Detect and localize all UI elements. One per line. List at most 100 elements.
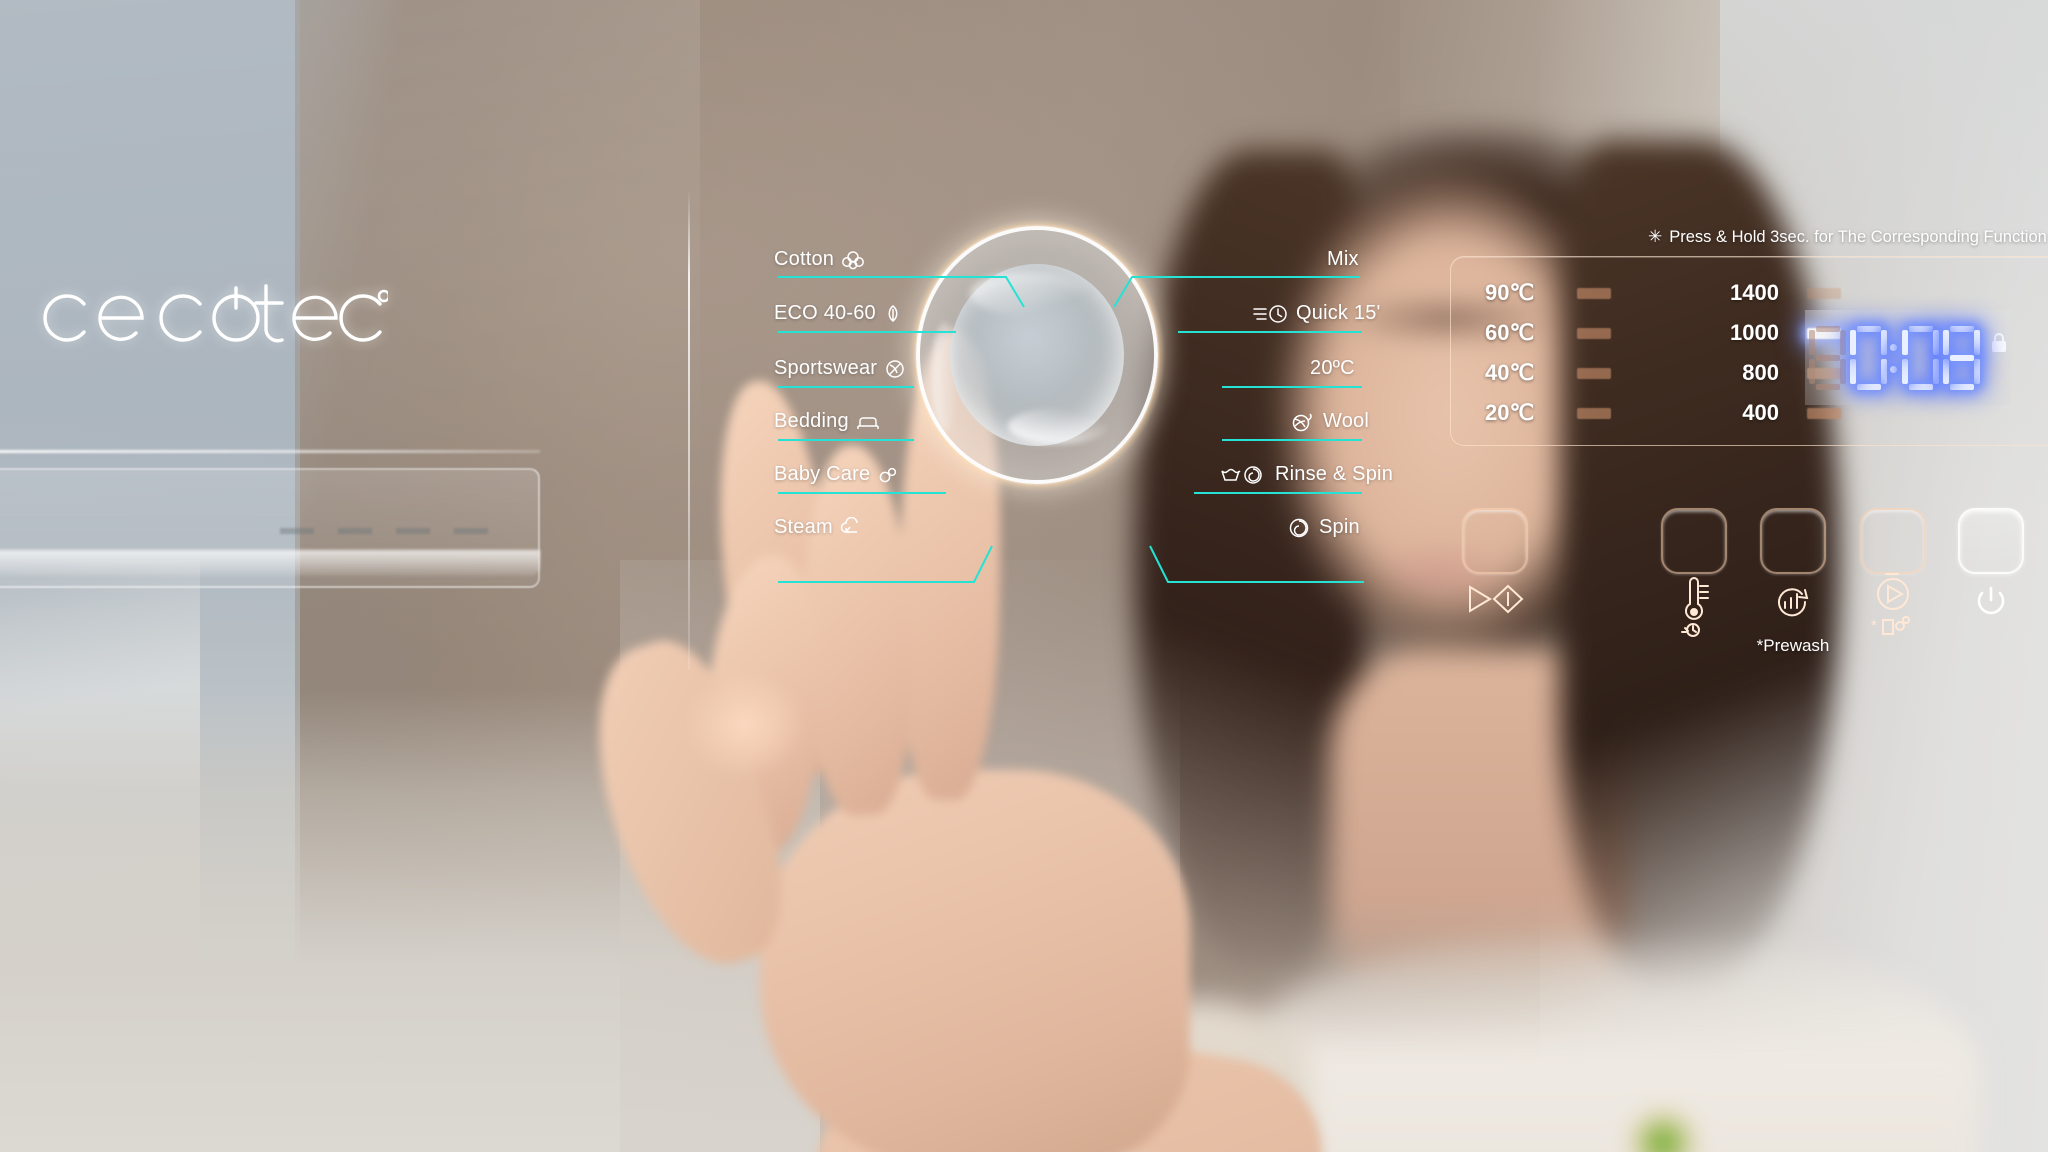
connector-quick-15 xyxy=(1178,331,1362,333)
program-label: Steam xyxy=(774,516,833,538)
spin-speed-led xyxy=(1807,287,1841,299)
button-pad xyxy=(1860,508,1926,574)
program-20c[interactable]: 20ºC xyxy=(1310,357,1355,380)
temperature-option[interactable]: 20℃ xyxy=(1485,393,1611,433)
connector-rinse-spin xyxy=(1194,492,1362,494)
connector-wool xyxy=(1222,439,1362,441)
spin-speed-button[interactable]: *Prewash xyxy=(1757,508,1829,655)
lock-indicators xyxy=(1988,330,2010,386)
program-wool[interactable]: Wool xyxy=(1290,410,1369,433)
pacifier-icon xyxy=(879,467,897,482)
svg-text:*: * xyxy=(1871,617,1877,634)
program-rinse-spin[interactable]: Rinse & Spin xyxy=(1220,463,1393,486)
drawer-tick xyxy=(280,528,314,534)
spin-speed-led xyxy=(1807,407,1841,419)
temperature-label: 90℃ xyxy=(1485,280,1535,305)
asterisk-icon: ✳ xyxy=(1648,227,1663,246)
wool-icon xyxy=(1292,412,1312,431)
display-ghost-digit xyxy=(1809,325,1846,390)
button-pad xyxy=(1760,508,1826,574)
cecotec-wordmark-icon xyxy=(43,284,388,343)
temperature-option[interactable]: 60℃ xyxy=(1485,313,1611,353)
program-label: Mix xyxy=(1327,248,1359,270)
start-pause-icon xyxy=(1464,582,1526,621)
program-baby-care[interactable]: Baby Care xyxy=(774,463,899,486)
dial-gloss-left xyxy=(932,322,958,432)
delay-start-button[interactable]: * xyxy=(1860,508,1926,635)
display-colon xyxy=(1887,326,1899,390)
button-pad xyxy=(1462,508,1528,574)
program-label: ECO 40-60 xyxy=(774,302,876,324)
temperature-icon xyxy=(1673,576,1715,643)
temperature-button[interactable] xyxy=(1661,508,1727,637)
temperature-label: 60℃ xyxy=(1485,320,1535,345)
temperature-led xyxy=(1577,367,1611,379)
panel-edge-highlight xyxy=(688,190,690,670)
temperature-led xyxy=(1577,287,1611,299)
program-label: Spin xyxy=(1319,516,1360,538)
temperature-option[interactable]: 40℃ xyxy=(1485,353,1611,393)
cotton-icon xyxy=(842,250,865,269)
delay-start-icon: * xyxy=(1870,570,1916,645)
program-label: Sportswear xyxy=(774,357,878,379)
spin-speed-label: 1000 xyxy=(1730,320,1779,345)
spin-speed-label: 400 xyxy=(1742,400,1779,425)
program-sportswear[interactable]: Sportswear xyxy=(774,357,906,380)
program-label: Rinse & Spin xyxy=(1275,463,1394,485)
power-icon xyxy=(1973,582,2009,625)
temperature-led xyxy=(1577,407,1611,419)
connector-20c xyxy=(1222,386,1362,388)
program-cotton[interactable]: Cotton xyxy=(774,248,865,271)
steam-icon xyxy=(840,516,858,533)
brand-logo xyxy=(28,268,468,364)
temperature-label: 40℃ xyxy=(1485,360,1535,385)
spin-speed-icon xyxy=(1772,582,1814,627)
sportswear-icon xyxy=(886,359,904,378)
button-row: *Prewash * xyxy=(1440,500,2048,680)
program-label: 20ºC xyxy=(1310,357,1355,379)
spin-icon xyxy=(1289,518,1309,537)
button-pad xyxy=(1958,508,2024,574)
temperature-led xyxy=(1577,327,1611,339)
washing-machine-scene: Cotton ECO 40-60 Sportswear Bedding Baby… xyxy=(0,0,2048,1152)
program-quick-15[interactable]: Quick 15' xyxy=(1253,302,1381,325)
digital-display xyxy=(1805,310,2010,405)
program-steam[interactable]: Steam xyxy=(774,516,862,539)
connector-steam xyxy=(778,545,993,583)
note-text: Press & Hold 3sec. for The Corresponding… xyxy=(1669,228,2047,246)
display-digit-1 xyxy=(1849,325,1887,390)
drawer-top-edge xyxy=(0,450,540,453)
program-label: Baby Care xyxy=(774,463,871,485)
start-pause-button[interactable] xyxy=(1462,508,1528,614)
program-spin[interactable]: Spin xyxy=(1288,516,1360,539)
display-digit-2 xyxy=(1902,325,1940,390)
quick-clock-icon xyxy=(1253,304,1287,323)
detergent-drawer[interactable] xyxy=(0,440,540,610)
spin-speed-label: 800 xyxy=(1742,360,1779,385)
temperature-option[interactable]: 90℃ xyxy=(1485,273,1611,313)
program-bedding[interactable]: Bedding xyxy=(774,410,880,433)
drawer-grip[interactable] xyxy=(0,550,540,576)
leaf-icon xyxy=(888,304,898,322)
program-selector-dial[interactable] xyxy=(912,222,1162,488)
program-label: Bedding xyxy=(774,410,849,432)
connector-eco xyxy=(778,331,956,333)
spin-speed-option[interactable]: 1400 xyxy=(1701,273,1841,313)
bed-icon xyxy=(857,416,879,429)
program-eco-40-60[interactable]: ECO 40-60 xyxy=(774,302,903,325)
program-label: Wool xyxy=(1323,410,1370,432)
display-digit-3 xyxy=(1943,325,1981,390)
temperature-label: 20℃ xyxy=(1485,400,1535,425)
program-mix[interactable]: Mix xyxy=(1327,248,1359,271)
program-label: Cotton xyxy=(774,248,835,270)
power-button[interactable] xyxy=(1958,508,2024,615)
connector-baby-care xyxy=(778,492,946,494)
button-pad xyxy=(1661,508,1727,574)
program-label: Quick 15' xyxy=(1296,302,1381,324)
drawer-tick xyxy=(338,528,372,534)
connector-sportswear xyxy=(778,386,914,388)
knuckle-highlight xyxy=(660,650,830,800)
rinse-spin-icon xyxy=(1221,465,1262,484)
connector-bedding xyxy=(778,439,914,441)
dial-gloss-bottom xyxy=(1008,408,1108,444)
